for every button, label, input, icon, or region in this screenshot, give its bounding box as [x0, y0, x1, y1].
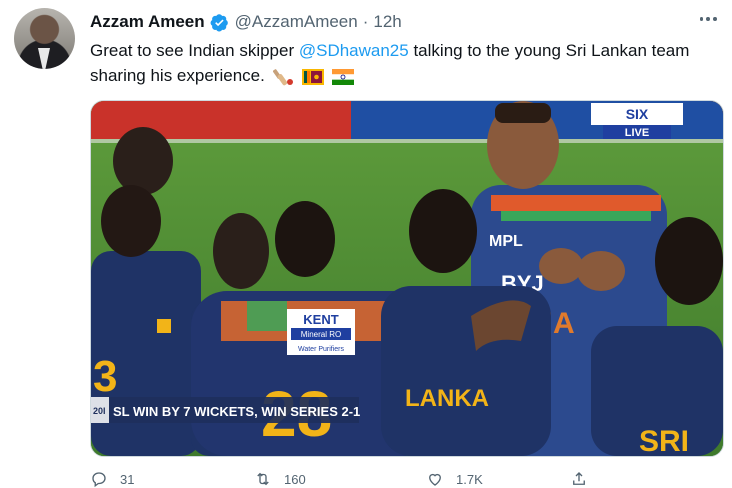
share-button[interactable]: [570, 470, 588, 488]
jersey-sri: SRI: [639, 425, 689, 456]
ticker-text: SL WIN BY 7 WICKETS, WIN SERIES 2-1: [113, 404, 360, 419]
sri-lanka-flag-icon: [302, 68, 325, 85]
retweet-button[interactable]: 160: [254, 470, 306, 488]
jersey-left-number: 3: [93, 352, 117, 401]
sponsor-bottom: Water Purifiers: [298, 346, 345, 353]
handle[interactable]: @AzzamAmeen: [235, 12, 358, 32]
separator-dot: ·: [362, 12, 369, 31]
tweet-media-image[interactable]: SIX LIVE MPL BYJ DIA 3: [90, 100, 724, 457]
ticker-prefix: 20I: [93, 406, 106, 416]
tweet[interactable]: Azzam Ameen @AzzamAmeen · 12h Great to s…: [0, 0, 732, 488]
mention-link[interactable]: @SDhawan25: [299, 41, 409, 60]
cricket-team-photo: SIX LIVE MPL BYJ DIA 3: [91, 101, 723, 456]
tweet-text: Great to see Indian skipper @SDhawan25 t…: [90, 38, 710, 88]
reply-icon: [92, 472, 106, 488]
india-flag-icon: [332, 68, 355, 85]
jersey-right-text: LANKA: [405, 385, 489, 412]
verified-badge-icon: [210, 13, 228, 32]
tweet-header: Azzam Ameen @AzzamAmeen · 12h: [90, 11, 402, 33]
cricket-bat-icon: [272, 68, 293, 85]
sponsor-mid: Mineral RO: [301, 330, 341, 339]
jersey-mpl: MPL: [489, 233, 523, 250]
retweet-count: 160: [284, 471, 306, 487]
reply-button[interactable]: 31: [90, 470, 134, 488]
live-label: LIVE: [625, 127, 649, 139]
timestamp[interactable]: 12h: [373, 12, 401, 32]
reply-count: 31: [120, 471, 135, 487]
like-count: 1.7K: [456, 471, 483, 487]
more-options-icon[interactable]: [698, 9, 718, 29]
like-button[interactable]: 1.7K: [426, 470, 483, 488]
share-icon: [573, 472, 585, 485]
tweet-text-part-1: Great to see Indian skipper: [90, 41, 299, 60]
display-name[interactable]: Azzam Ameen: [90, 12, 205, 32]
retweet-icon: [257, 472, 269, 486]
avatar[interactable]: [14, 8, 75, 69]
broadcaster-logo: SIX: [626, 106, 649, 122]
heart-icon: [429, 473, 441, 486]
sponsor-top: KENT: [303, 312, 338, 327]
